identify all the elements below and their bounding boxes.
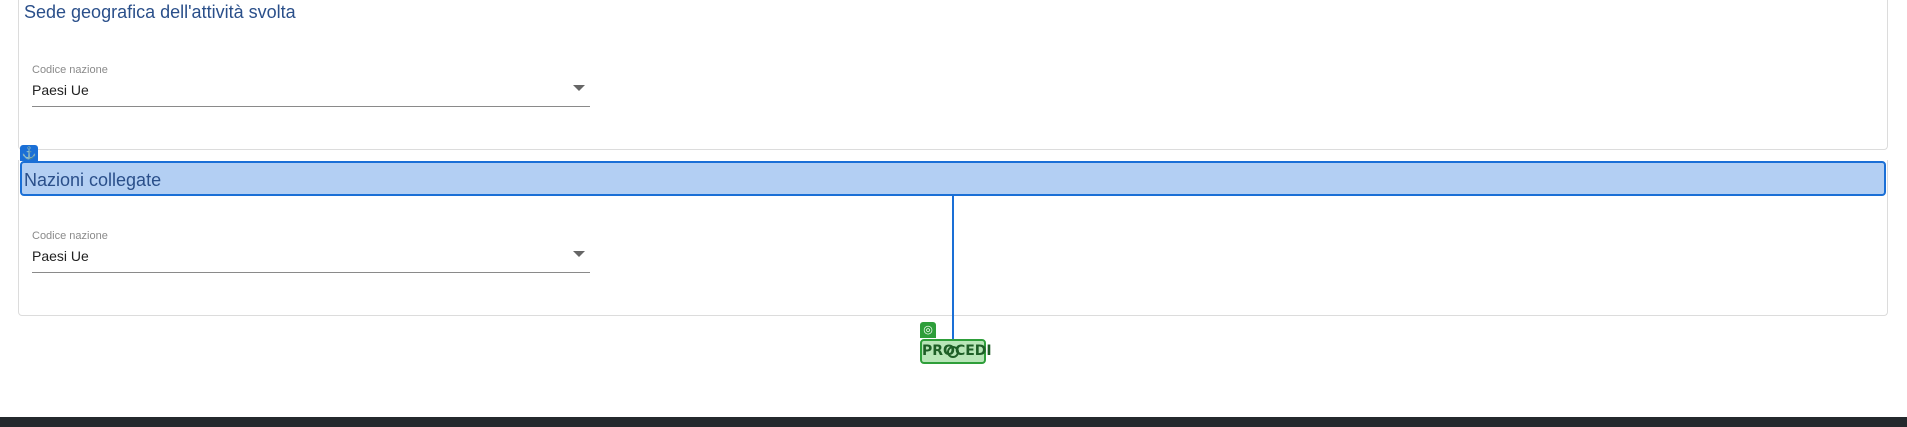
linked-country-code-select[interactable]: Codice nazione Paesi Ue <box>32 230 590 273</box>
move-icon <box>947 346 959 358</box>
connector-line <box>952 196 954 341</box>
chevron-down-icon[interactable] <box>573 85 585 91</box>
anchor-icon: ⚓ <box>20 145 38 161</box>
section-sede-geografica: Sede geografica dell'attività svolta Cod… <box>18 0 1888 150</box>
chevron-down-icon[interactable] <box>573 251 585 257</box>
country-code-select[interactable]: Codice nazione Paesi Ue <box>32 64 590 107</box>
field-value: Paesi Ue <box>32 248 89 264</box>
bottom-bar <box>0 417 1907 427</box>
highlighted-section-header: Nazioni collegate <box>20 161 1886 196</box>
section-title: Sede geografica dell'attività svolta <box>24 2 296 22</box>
target-icon: ◎ <box>920 322 936 338</box>
field-label: Codice nazione <box>32 64 108 76</box>
field-label: Codice nazione <box>32 230 108 242</box>
field-value: Paesi Ue <box>32 82 89 98</box>
section-title: Nazioni collegate <box>24 170 162 190</box>
